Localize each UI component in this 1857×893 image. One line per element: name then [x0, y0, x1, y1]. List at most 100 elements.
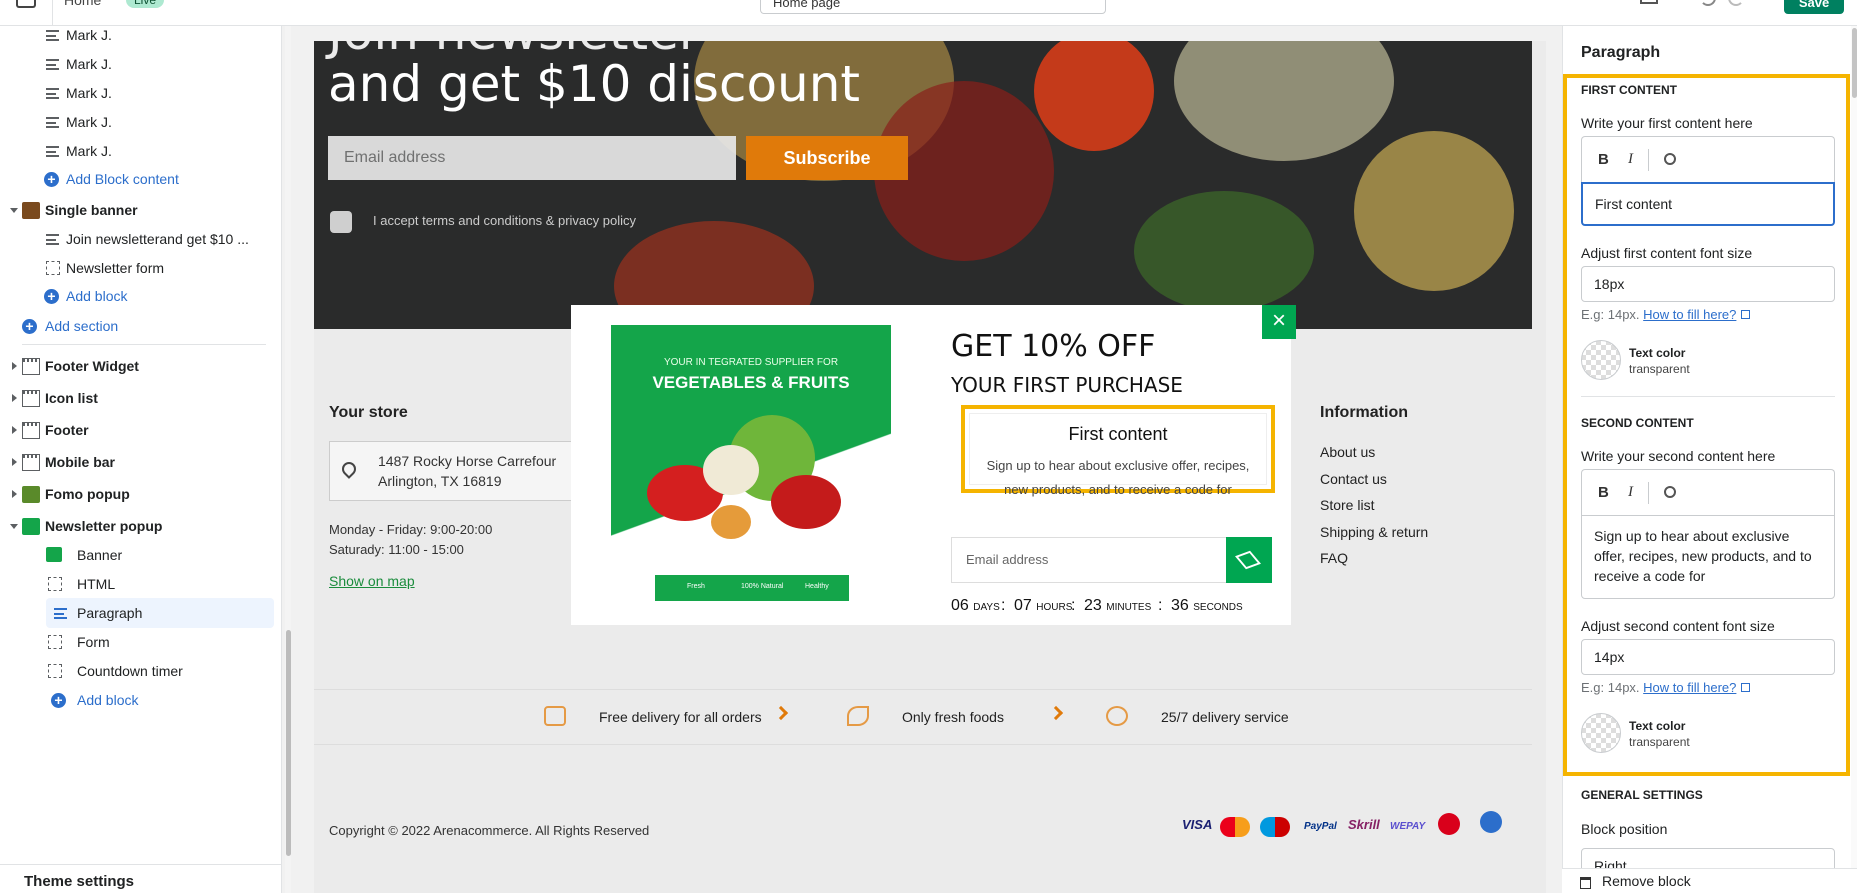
chevron-right-icon[interactable] — [12, 362, 17, 370]
remove-block-button[interactable]: Remove block — [1562, 868, 1857, 893]
italic-icon[interactable]: I — [1628, 484, 1633, 501]
tree-item-block[interactable]: Mark J. — [0, 49, 281, 79]
add-icon: + — [44, 289, 59, 304]
tree-item-block[interactable]: Mark J. — [0, 107, 281, 137]
how-to-fill-link[interactable]: How to fill here? — [1643, 307, 1736, 322]
section-newsletter-popup[interactable]: Newsletter popup — [0, 511, 281, 541]
tree-item-label: Mark J. — [66, 56, 112, 72]
promo-badge: 100% Natural — [741, 583, 784, 590]
features-row: Free delivery for all orders Only fresh … — [314, 689, 1532, 745]
undo-icon[interactable] — [1700, 0, 1716, 6]
redo-icon[interactable] — [1728, 0, 1744, 6]
theme-settings-button[interactable]: Theme settings — [0, 864, 281, 893]
bold-icon[interactable]: B — [1598, 151, 1609, 168]
save-button[interactable]: Save — [1784, 0, 1844, 14]
first-font-size-input[interactable]: 18px — [1581, 266, 1835, 302]
exit-icon[interactable] — [16, 0, 36, 8]
add-block-button[interactable]: + Add block — [0, 281, 281, 311]
tree-item-label: Form — [77, 634, 110, 650]
second-text-color-swatch[interactable] — [1581, 713, 1621, 753]
chevron-right-icon[interactable] — [12, 394, 17, 402]
section-label: Footer — [45, 422, 89, 438]
section-mobile-bar[interactable]: Mobile bar — [0, 447, 281, 477]
visa-icon: VISA — [1182, 817, 1213, 832]
first-rte-toolbar: B I — [1581, 136, 1835, 182]
desktop-preview-icon[interactable] — [1640, 0, 1658, 4]
theme-name[interactable]: Home — [64, 0, 101, 8]
tree-item-block[interactable]: Mark J. — [0, 26, 281, 50]
terms-checkbox[interactable] — [330, 211, 352, 233]
link-icon[interactable] — [1661, 150, 1679, 168]
chevron-down-icon[interactable] — [10, 208, 18, 213]
close-button[interactable]: × — [1262, 305, 1296, 339]
feature-text: 25/7 delivery service — [1161, 709, 1289, 725]
tree-item-block[interactable]: Mark J. — [0, 136, 281, 166]
popup-email-input[interactable]: Email address — [951, 537, 1227, 583]
cauliflower-shape — [703, 445, 759, 495]
subscribe-button[interactable]: Subscribe — [746, 136, 908, 180]
panel-scroll-thumb[interactable] — [1852, 28, 1857, 98]
skrill-icon: Skrill — [1348, 817, 1380, 832]
terms-label: I accept terms and conditions & privacy … — [373, 213, 637, 228]
sidebar-scroll-thumb[interactable] — [286, 630, 291, 856]
tree-item-paragraph[interactable]: Paragraph — [46, 598, 274, 628]
popup-subheading: YOUR FIRST PURCHASE — [951, 373, 1183, 397]
tree-item-block[interactable]: Join newsletterand get $10 ... — [0, 224, 281, 254]
external-link-icon — [1741, 683, 1751, 692]
countdown-unit: seconds — [1193, 602, 1243, 613]
add-section-button[interactable]: + Add section — [0, 311, 281, 341]
how-to-fill-link[interactable]: How to fill here? — [1643, 680, 1736, 695]
text-color-value: transparent — [1629, 735, 1690, 749]
tree-item-banner[interactable]: Banner — [0, 540, 281, 570]
feature-text: Free delivery for all orders — [599, 709, 762, 725]
link-icon[interactable] — [1661, 483, 1679, 501]
section-footer[interactable]: Footer — [0, 415, 281, 445]
countdown-value: 23 — [1084, 597, 1102, 614]
tree-item-countdown[interactable]: Countdown timer — [0, 656, 281, 686]
tree-item-label: Paragraph — [77, 605, 143, 621]
first-content-label: Write your first content here — [1581, 115, 1753, 131]
store-address-box: 1487 Rocky Horse Carrefour Arlington, TX… — [329, 441, 574, 501]
section-single-banner[interactable]: Single banner — [0, 195, 281, 225]
tree-item-block[interactable]: Newsletter form — [0, 253, 281, 283]
italic-icon[interactable]: I — [1628, 151, 1633, 168]
tree-item-form[interactable]: Form — [0, 627, 281, 657]
section-footer-widget[interactable]: Footer Widget — [0, 351, 281, 381]
add-block-button[interactable]: + Add block — [0, 685, 281, 715]
block-frame-icon — [46, 261, 60, 275]
add-block-content-button[interactable]: + Add Block content — [0, 164, 281, 194]
section-fomo-popup[interactable]: Fomo popup — [0, 479, 281, 509]
second-content-editor[interactable]: Sign up to hear about exclusive offer, r… — [1581, 515, 1835, 599]
footer-link-contact[interactable]: Contact us — [1320, 471, 1387, 487]
tree-item-html[interactable]: HTML — [0, 569, 281, 599]
section-icon-list[interactable]: Icon list — [0, 383, 281, 413]
divider — [1648, 149, 1649, 171]
paragraph-block-highlight[interactable]: First content Sign up to hear about excl… — [961, 405, 1275, 497]
first-content-editor[interactable]: First content — [1581, 182, 1835, 226]
bold-icon[interactable]: B — [1598, 484, 1609, 501]
second-font-size-input[interactable]: 14px — [1581, 639, 1835, 675]
footer-link-about[interactable]: About us — [1320, 444, 1375, 460]
newsletter-popup: × YOUR IN TEGRATED SUPPLIER FOR VEGETABL… — [571, 305, 1296, 625]
popup-heading: GET 10% OFF — [951, 329, 1156, 364]
popup-thumbnail-icon — [22, 518, 40, 535]
chevron-right-icon[interactable] — [12, 490, 17, 498]
first-text-color-swatch[interactable] — [1581, 340, 1621, 380]
chevron-down-icon[interactable] — [10, 524, 18, 529]
page-select[interactable]: Home page — [760, 0, 1106, 14]
location-pin-icon — [339, 459, 359, 479]
footer-link-store-list[interactable]: Store list — [1320, 497, 1374, 513]
chevron-right-icon[interactable] — [12, 458, 17, 466]
footer-link-shipping[interactable]: Shipping & return — [1320, 524, 1428, 540]
send-button[interactable] — [1226, 537, 1272, 583]
banner-email-input[interactable]: Email address — [328, 136, 736, 180]
onion-shape — [711, 505, 751, 539]
your-store-heading: Your store — [329, 404, 408, 421]
footer-link-faq[interactable]: FAQ — [1320, 550, 1348, 566]
paragraph-block: First content Sign up to hear about excl… — [969, 413, 1267, 497]
tree-item-block[interactable]: Mark J. — [0, 78, 281, 108]
chevron-right-icon[interactable] — [12, 426, 17, 434]
tree-item-label: Join newsletterand get $10 ... — [66, 231, 249, 247]
show-on-map-link[interactable]: Show on map — [329, 573, 415, 589]
panel-scrollbar[interactable] — [1851, 26, 1857, 893]
